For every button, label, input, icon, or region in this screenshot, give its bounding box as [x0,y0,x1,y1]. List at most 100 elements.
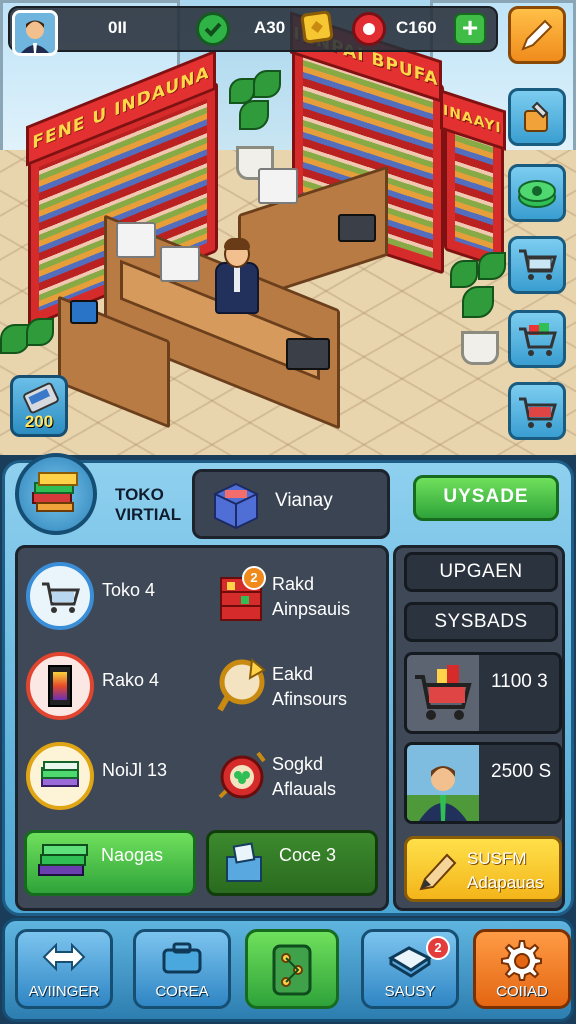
side-button-tools[interactable] [508,88,566,146]
briefcase-icon [162,942,202,974]
item-label: Toko 4 [102,580,156,600]
side-button-cash[interactable] [508,164,566,222]
special-offer-button[interactable]: SUSFM Adapauas [404,836,562,902]
player-avatar[interactable] [12,10,58,56]
check-coin-icon [196,12,230,46]
add-resource-button[interactable]: + [454,13,486,45]
card-terminal[interactable] [286,338,330,370]
nav-label: SAUSY [384,983,436,1000]
red-cart-icon [519,397,557,428]
nav-label: AVIINGER [28,983,100,1000]
bottom-navigation: AVIINGER COREA 2 SAUSY COIIAD [2,918,574,1022]
plant [0,318,60,378]
gear-icon [501,940,542,981]
wrench-bag-icon [524,101,549,132]
item-rack[interactable]: 2 Rakd Ainpsauis [208,562,384,632]
cash-register[interactable] [338,214,376,242]
monitor [70,300,98,324]
money-stack-icon [26,742,94,810]
store-name-field[interactable]: Vianay [192,469,390,539]
cash-stack-icon [518,180,556,208]
game-scene[interactable]: FENE U INDAUNA INNPAI BPUFA INAAYIF [0,0,576,455]
printer [160,246,200,282]
lantern-icon [26,652,94,720]
item-cart[interactable]: Toko 4 [26,562,202,632]
nav-map[interactable] [245,929,339,1009]
code-button[interactable]: Coce 3 [206,830,378,896]
nav-settings[interactable]: COIIAD [473,929,571,1009]
notification-badge: 2 [426,936,450,960]
item-label: Sogkd Aflauals [272,752,336,802]
items-grid: Toko 4 2 Rakd Ainpsauis Rako 4 Eakd Afin… [15,545,389,911]
item-label-line1: Eakd [272,664,314,684]
offer-cart[interactable]: 1100 3 [404,652,562,734]
printer [258,168,298,204]
ballot-box-icon [226,842,262,882]
resource-2-value: A30 [254,18,286,37]
cash-button-label: Naogas [101,845,164,865]
pencil-icon [419,853,457,891]
storage-box-icon [214,482,258,530]
cart-icon [26,562,94,630]
nav-label: COIIAD [496,983,548,1000]
store-name: Vianay [275,490,333,511]
pencil-icon [521,19,553,51]
item-clover-coin[interactable]: Sogkd Aflauals [208,742,384,812]
store-panel: TOKO VIRTIAL Vianay UYSADE Toko 4 2 Rakd… [2,453,574,916]
shopkeeper[interactable] [212,238,262,318]
resource-3-value: C160 [396,18,437,37]
item-label: Rakd Ainpsauis [272,572,350,622]
cash-button[interactable]: Naogas [24,830,196,896]
cash-bundle-icon [38,844,88,876]
item-label-line2: Aflauals [272,779,337,799]
store-title-line1: TOKO [115,485,164,504]
swap-arrows-icon [42,942,86,972]
shelf-rack-icon [208,562,276,630]
offer-manager[interactable]: 2500 S [404,742,562,824]
resource-1-value: 0II [108,18,127,37]
item-magnifier[interactable]: Eakd Afinsours [208,652,384,722]
item-label-line2: Afinsours [272,689,348,709]
special-offer-line1: SUSFM [467,849,527,868]
nav-messages[interactable]: 2 SAUSY [361,929,459,1009]
loaded-cart-icon [519,323,557,356]
offer-manager-price: 2500 S [491,761,552,782]
special-offer-line2: Adapauas [467,873,544,892]
store-title-line2: VIRTIAL [115,505,182,524]
side-button-cart-red[interactable] [508,382,566,440]
item-label-line2: Ainpsauis [272,599,351,619]
side-button-cart-goods[interactable] [508,310,566,368]
shop-offers: UPGAEN SYSBADS 1100 3 2500 S SUSFM Adapa… [393,545,565,911]
item-label-line1: Sogkd [272,754,324,774]
offer-cart-price: 1100 3 [491,671,548,692]
magnifier-icon [208,652,276,720]
resource-bar: 0II A30 C160 + [8,6,498,56]
item-cash[interactable]: NoiJl 13 [26,742,202,812]
edit-button[interactable] [508,6,566,64]
item-label: Eakd Afinsours [272,662,347,712]
inventory-item-button[interactable]: 200 [10,375,68,437]
systems-tab-button[interactable]: SYSBADS [404,602,558,642]
nav-store[interactable]: COREA [133,929,231,1009]
nav-manager[interactable]: AVIINGER [15,929,113,1009]
product-box-icon [32,472,78,512]
avatar-portrait-icon [15,13,55,53]
side-button-cart[interactable] [508,236,566,294]
plant [225,70,285,180]
plant [450,250,510,365]
upgrade-tab-button[interactable]: UPGAEN [404,552,558,592]
item-label: NoiJl 13 [102,760,168,780]
inventory-count: 200 [24,412,54,431]
item-lamp[interactable]: Rako 4 [26,652,202,722]
item-label: Rako 4 [102,670,160,690]
cart-offer-icon [407,655,479,731]
item-badge: 2 [242,566,266,590]
item-label-line1: Rakd [272,574,315,594]
upgrade-button[interactable]: UYSADE [413,475,559,521]
shopping-cart-icon [519,249,557,280]
code-button-label: Coce 3 [279,845,337,865]
store-badge[interactable] [15,453,97,535]
printer [116,222,156,258]
clover-coin-icon [208,742,276,810]
store-title: TOKO VIRTIAL [115,485,181,525]
